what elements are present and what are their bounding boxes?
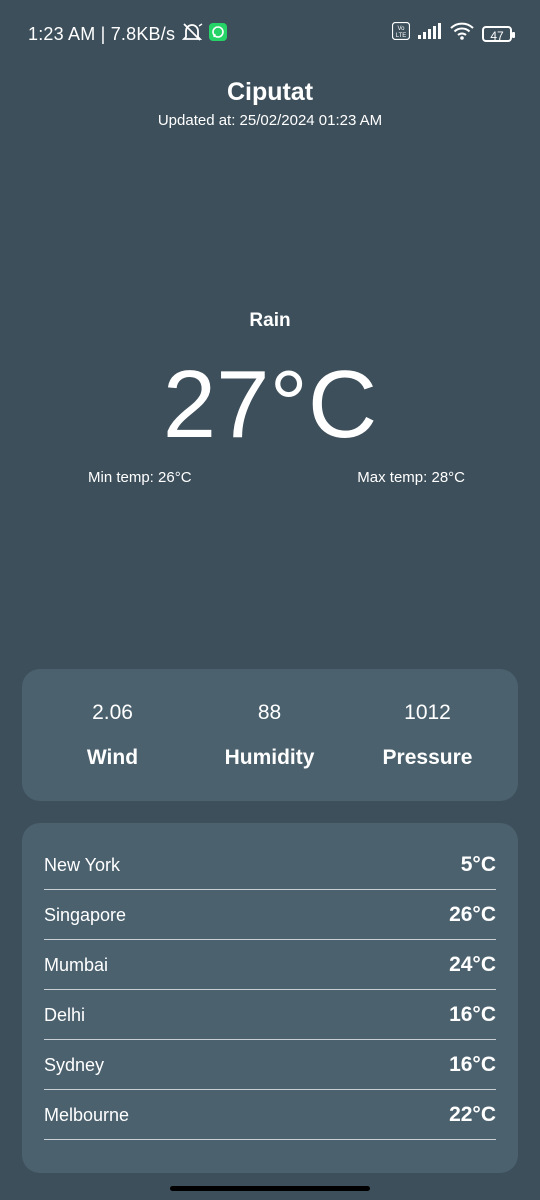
- city-row-singapore[interactable]: Singapore 26°C: [44, 890, 496, 940]
- stat-label: Humidity: [224, 746, 315, 769]
- stat-label: Wind: [86, 746, 139, 769]
- stats-card: 2.06 Wind 88 Humidity 1012 Pressure: [22, 669, 518, 801]
- city-row-melbourne[interactable]: Melbourne 22°C: [44, 1090, 496, 1140]
- city-row-name: New York: [44, 855, 121, 875]
- volte-icon: Vo LTE: [391, 21, 411, 45]
- signal-icon: [418, 23, 442, 44]
- home-indicator[interactable]: [170, 1186, 370, 1191]
- status-right: Vo LTE 47: [391, 21, 515, 45]
- city-row-temp: 26°C: [449, 903, 496, 926]
- status-time-speed: 1:23 AM | 7.8KB/s: [28, 24, 176, 44]
- svg-text:Vo: Vo: [397, 26, 405, 32]
- stat-value: 2.06: [92, 701, 133, 724]
- min-temp: Min temp: 26°C: [88, 469, 192, 486]
- city-row-temp: 16°C: [449, 1003, 496, 1026]
- city-row-name: Mumbai: [44, 955, 109, 975]
- city-row-name: Singapore: [44, 905, 127, 925]
- battery-icon: 47: [482, 25, 515, 43]
- city-row-name: Sydney: [44, 1055, 105, 1075]
- current-temperature: 27°C: [162, 351, 378, 458]
- stat-label: Pressure: [382, 746, 473, 769]
- city-row-sydney[interactable]: Sydney 16°C: [44, 1040, 496, 1090]
- stat-value: 88: [257, 701, 282, 724]
- max-temp: Max temp: 28°C: [357, 469, 465, 486]
- status-left: 1:23 AM | 7.8KB/s: [28, 22, 228, 47]
- svg-text:LTE: LTE: [396, 33, 407, 39]
- wifi-icon: [450, 22, 474, 45]
- bell-slash-icon: [181, 22, 203, 47]
- city-row-temp: 5°C: [460, 853, 496, 876]
- battery-level: 47: [490, 28, 504, 43]
- cities-card: New York 5°C Singapore 26°C Mumbai 24°C …: [22, 823, 518, 1173]
- whatsapp-icon: [209, 23, 228, 46]
- city-row-temp: 22°C: [449, 1103, 496, 1126]
- stat-value: 1012: [404, 701, 451, 724]
- city-name: Ciputat: [226, 78, 314, 106]
- city-row-delhi[interactable]: Delhi 16°C: [44, 990, 496, 1040]
- weather-condition: Rain: [249, 310, 291, 331]
- updated-time: Updated at: 25/02/2024 01:23 AM: [157, 112, 383, 129]
- city-row-name: Melbourne: [44, 1105, 130, 1125]
- city-row-name: Delhi: [44, 1005, 86, 1025]
- city-row-temp: 24°C: [449, 953, 496, 976]
- city-row-new-york[interactable]: New York 5°C: [44, 840, 496, 890]
- city-row-temp: 16°C: [449, 1053, 496, 1076]
- status-bar: 1:23 AM | 7.8KB/s Vo LTE 47: [0, 0, 540, 68]
- city-row-mumbai[interactable]: Mumbai 24°C: [44, 940, 496, 990]
